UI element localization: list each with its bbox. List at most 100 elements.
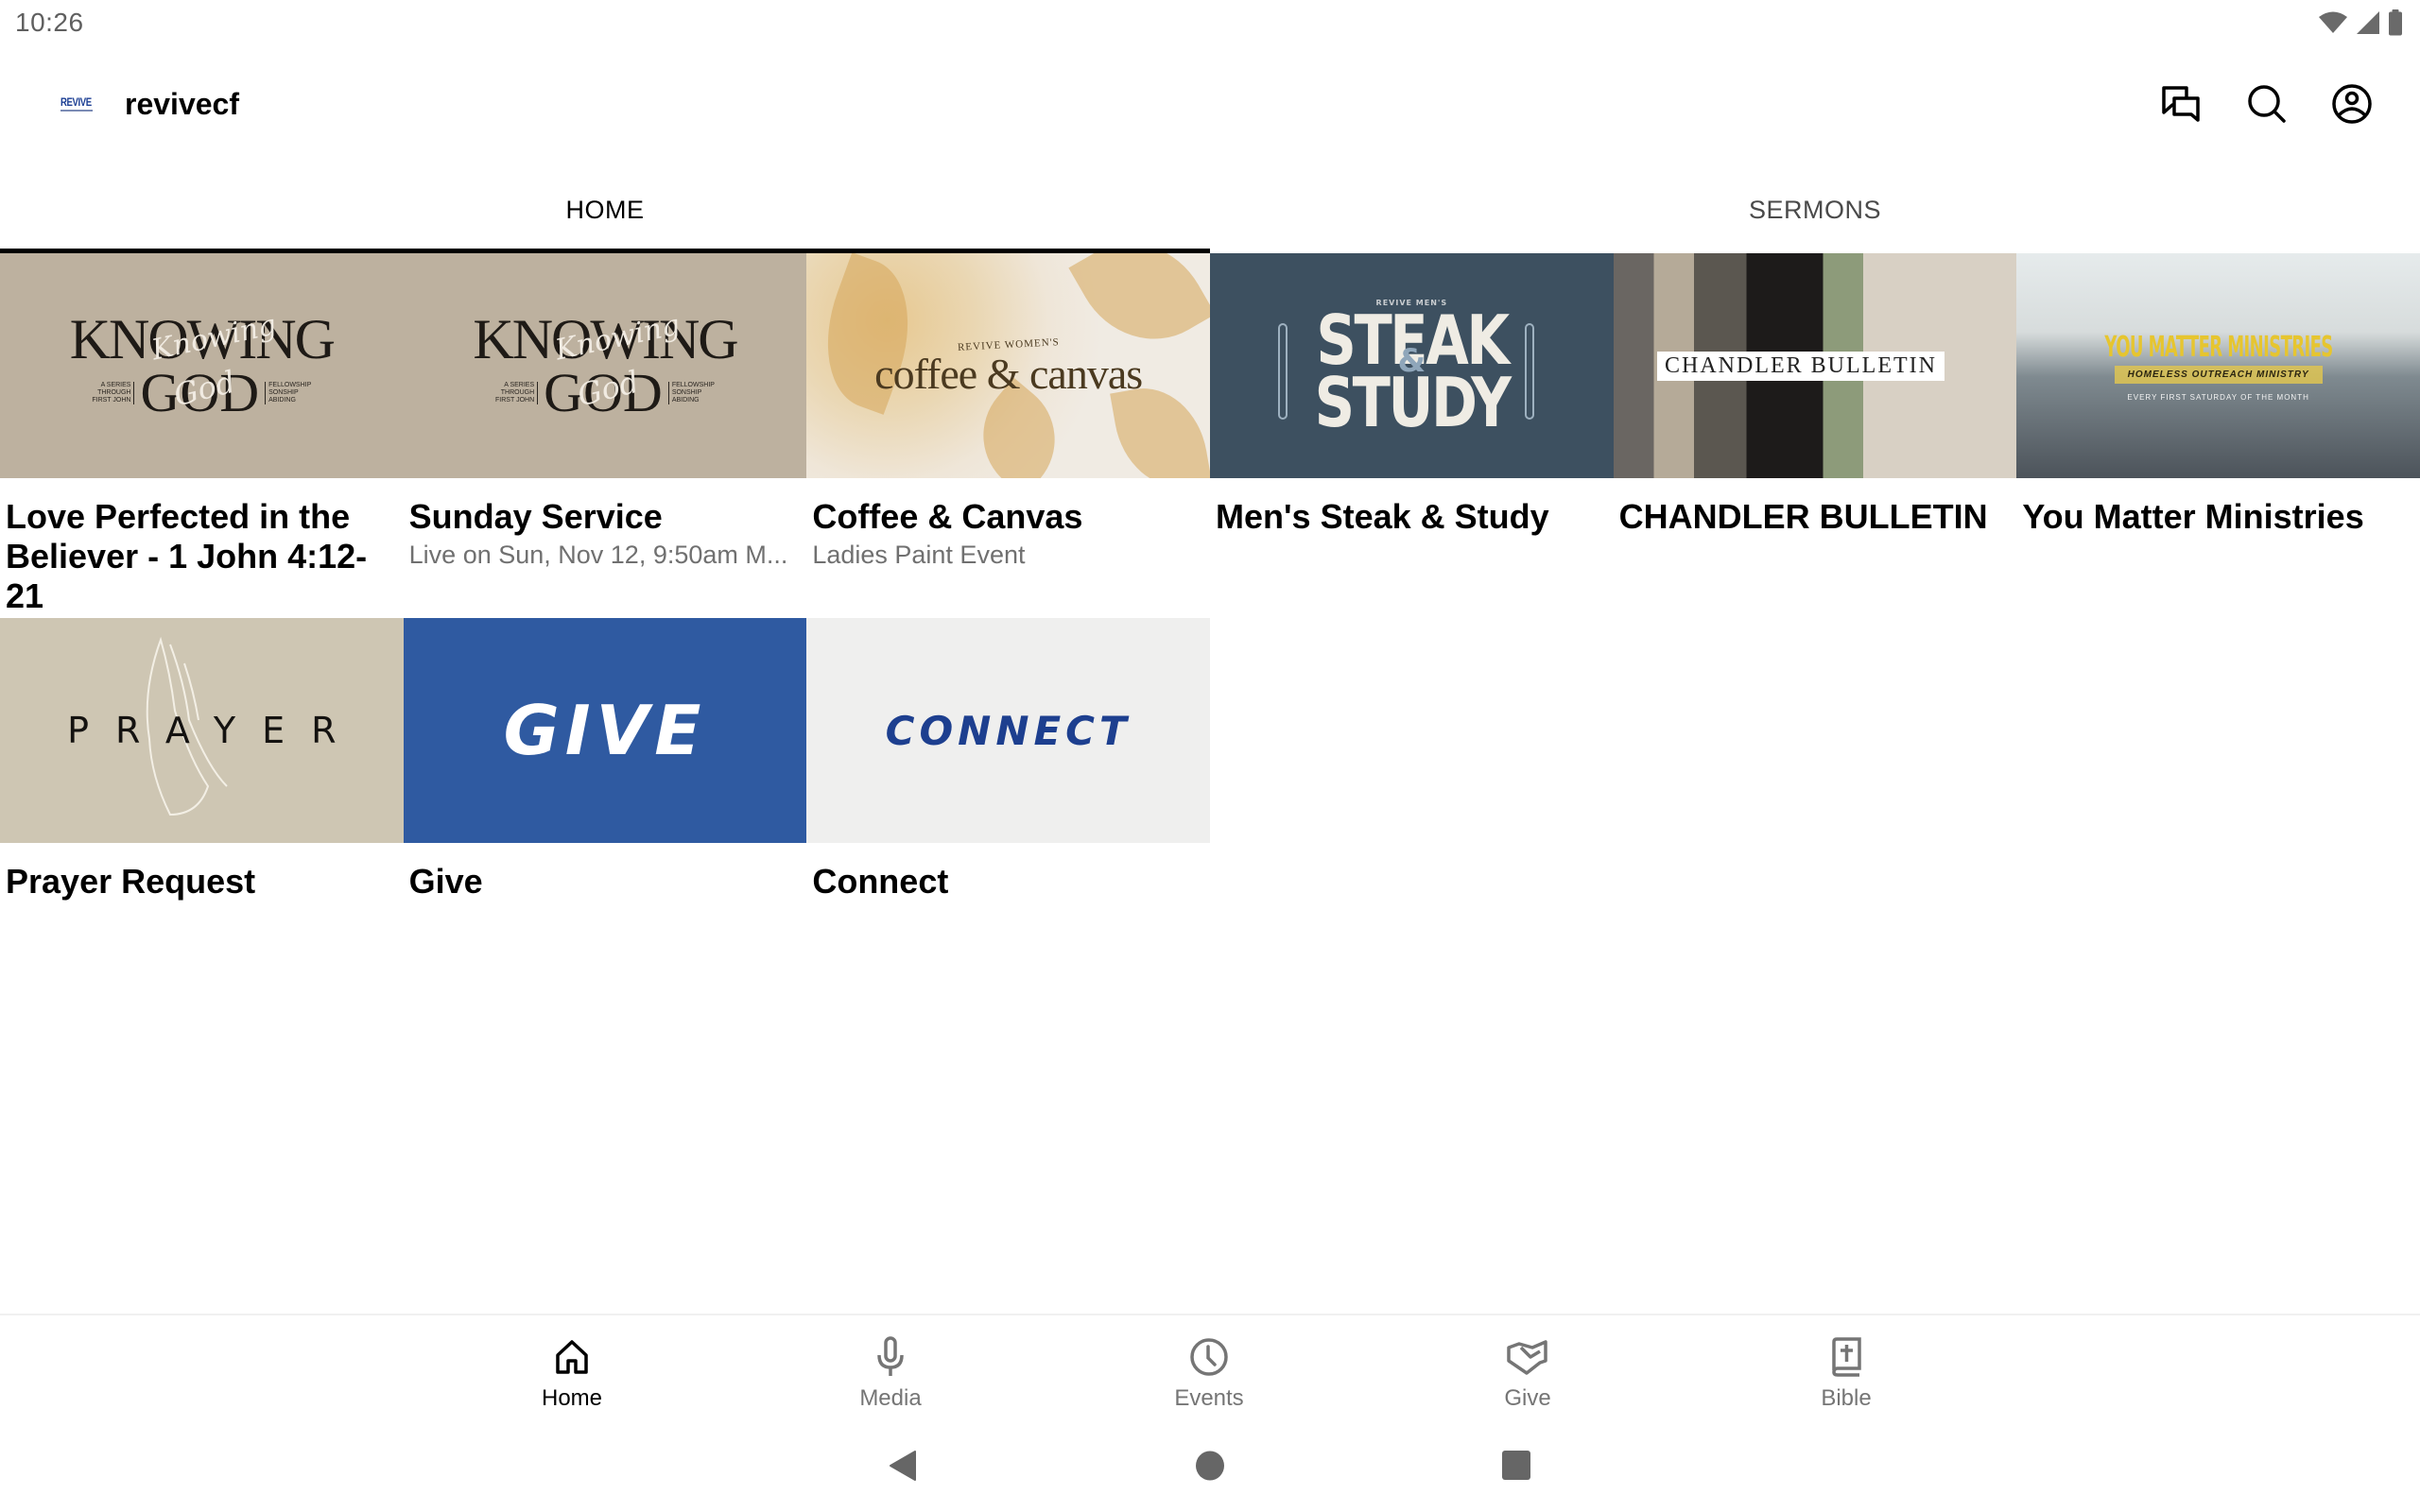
tile-sunday-service[interactable]: KNOWING A SERIES THROUGH FIRST JOHN GOD …: [403, 253, 807, 618]
status-icons: [2318, 9, 2403, 36]
tile-image-chandler-bulletin: CHANDLER BULLETIN: [1613, 253, 2017, 478]
tile-subtitle: Live on Sun, Nov 12, 9:50am M...: [408, 541, 788, 569]
nav-events[interactable]: Events: [1115, 1334, 1304, 1412]
art-word: GIVE: [503, 691, 707, 770]
tile-title: Men's Steak & Study: [1215, 497, 1549, 536]
art-side-line: ABIDING: [671, 397, 700, 404]
search-icon: [2248, 85, 2286, 123]
art-footer: EVERY FIRST SATURDAY OF THE MONTH: [2127, 392, 2309, 402]
content-grid: KNOWING A SERIES THROUGH FIRST JOHN GOD …: [0, 253, 2420, 983]
art-side-line: FIRST JOHN: [495, 397, 535, 404]
art-label: CHANDLER BULLETIN: [1657, 351, 1945, 381]
nav-home[interactable]: Home: [477, 1334, 666, 1412]
art-line-2: STUDY: [1314, 362, 1511, 442]
tab-home[interactable]: HOME: [0, 170, 1210, 253]
app-bar: REVIVE revivecf: [0, 57, 2420, 159]
art-side-right: FELLOWSHIP SONSHIP ABIDING: [265, 382, 311, 404]
art-ampersand: &: [1397, 341, 1426, 380]
tile-subtitle: Ladies Paint Event: [812, 541, 1026, 569]
knowing-god-artwork: KNOWING A SERIES THROUGH FIRST JOHN GOD …: [70, 308, 336, 420]
tile-chandler-bulletin[interactable]: CHANDLER BULLETIN CHANDLER BULLETIN: [1613, 253, 2017, 618]
you-matter-artwork: YOU MATTER MINISTRIES HOMELESS OUTREACH …: [2029, 331, 2409, 402]
tile-give[interactable]: GIVE Give: [403, 618, 807, 983]
tile-title: Give: [408, 862, 483, 901]
battery-icon: [2389, 9, 2402, 36]
art-side-line: A SERIES: [100, 382, 131, 388]
status-bar: 10:26: [0, 0, 2420, 47]
tile-you-matter-ministries[interactable]: YOU MATTER MINISTRIES HOMELESS OUTREACH …: [2016, 253, 2420, 618]
tile-image-knowing-god: KNOWING A SERIES THROUGH FIRST JOHN GOD …: [403, 253, 807, 478]
messages-button[interactable]: [2161, 83, 2203, 125]
tile-image-coffee-canvas: REVIVE WOMEN'S coffee & canvas: [806, 253, 1210, 478]
nav-label: Give: [1504, 1385, 1551, 1411]
tile-title: Coffee & Canvas: [812, 497, 1083, 536]
tile-connect[interactable]: CONNECT Connect: [806, 618, 1210, 983]
nav-media[interactable]: Media: [796, 1334, 985, 1412]
app-screen: 10:26 REVIVE revivecf HOME SERMONS KNOWI…: [0, 0, 2420, 1512]
art-side-line: ABIDING: [268, 397, 296, 404]
app-title: revivecf: [125, 87, 239, 121]
back-icon[interactable]: [887, 1450, 917, 1482]
coffee-canvas-artwork: REVIVE WOMEN'S coffee & canvas: [874, 335, 1143, 398]
nav-label: Home: [541, 1385, 603, 1411]
tile-title: You Matter Ministries: [2022, 497, 2364, 536]
microphone-icon: [877, 1336, 904, 1376]
art-side-line: THROUGH: [97, 389, 131, 396]
steak-study-artwork: REVIVE MEN'S STEAK STUDY &: [1293, 299, 1530, 442]
clock-icon: [1190, 1338, 1228, 1376]
tile-prayer-request[interactable]: PRAYER Prayer Request: [0, 618, 404, 983]
cell-signal-icon: [2357, 11, 2379, 34]
home-circle-icon[interactable]: [1195, 1450, 1225, 1482]
recents-icon[interactable]: [1501, 1450, 1531, 1482]
tile-title: Prayer Request: [6, 862, 256, 901]
church-logo: REVIVE: [60, 96, 98, 115]
handshake-icon: [1507, 1340, 1547, 1375]
home-icon: [556, 1340, 588, 1374]
art-title: YOU MATTER MINISTRIES: [2104, 330, 2333, 364]
art-side-line: SONSHIP: [671, 389, 702, 396]
chat-icon: [2162, 86, 2200, 122]
art-word: CONNECT: [885, 707, 1132, 754]
art-side-line: FELLOWSHIP: [268, 382, 312, 388]
status-time: 10:26: [15, 8, 84, 37]
tile-title: Connect: [812, 862, 949, 901]
wifi-icon: [2319, 11, 2347, 33]
logo-text: REVIVE: [60, 95, 92, 109]
nav-label: Events: [1174, 1385, 1244, 1411]
tile-coffee-canvas[interactable]: REVIVE WOMEN'S coffee & canvas Coffee & …: [806, 253, 1210, 618]
tile-title: Love Perfected in the Believer - 1 John …: [6, 497, 368, 615]
tab-sermons[interactable]: SERMONS: [1210, 170, 2420, 253]
art-side-line: A SERIES: [504, 382, 535, 388]
nav-bible[interactable]: Bible: [1752, 1334, 1941, 1412]
tile-image-prayer: PRAYER: [0, 618, 404, 843]
art-side-line: FIRST JOHN: [92, 397, 131, 404]
tile-steak-study[interactable]: REVIVE MEN'S STEAK STUDY & Men's Steak &…: [1209, 253, 1614, 618]
top-tabs: HOME SERMONS: [0, 170, 2420, 253]
nav-label: Media: [859, 1385, 922, 1411]
profile-button[interactable]: [2331, 83, 2373, 125]
art-side-line: FELLOWSHIP: [671, 382, 715, 388]
search-button[interactable]: [2246, 83, 2288, 125]
tile-image-connect: CONNECT: [806, 618, 1210, 843]
tile-image-knowing-god: KNOWING A SERIES THROUGH FIRST JOHN GOD …: [0, 253, 404, 478]
tile-title: CHANDLER BULLETIN: [1618, 497, 1988, 536]
nav-give[interactable]: Give: [1433, 1334, 1622, 1412]
art-side-right: FELLOWSHIP SONSHIP ABIDING: [667, 382, 715, 404]
tile-image-you-matter: YOU MATTER MINISTRIES HOMELESS OUTREACH …: [2016, 253, 2420, 478]
art-word: PRAYER: [67, 710, 363, 751]
art-side-line: THROUGH: [500, 389, 535, 396]
art-title: coffee & canvas: [874, 350, 1143, 398]
art-band: HOMELESS OUTREACH MINISTRY: [2114, 365, 2323, 384]
art-side-line: SONSHIP: [268, 389, 299, 396]
tile-image-steak-study: REVIVE MEN'S STEAK STUDY &: [1209, 253, 1614, 478]
bible-icon: [1832, 1337, 1861, 1377]
tile-title: Sunday Service: [408, 497, 663, 536]
bottom-navigation: Home Media Events Give Bible: [0, 1314, 2420, 1427]
nav-label: Bible: [1821, 1385, 1872, 1411]
tile-image-give: GIVE: [403, 618, 807, 843]
knowing-god-artwork: KNOWING A SERIES THROUGH FIRST JOHN GOD …: [473, 308, 738, 420]
art-side-left: A SERIES THROUGH FIRST JOHN: [495, 382, 539, 404]
logo-subline: [60, 110, 93, 112]
tile-sermon-love-perfected[interactable]: KNOWING A SERIES THROUGH FIRST JOHN GOD …: [0, 253, 404, 618]
app-bar-actions: [2161, 83, 2373, 125]
